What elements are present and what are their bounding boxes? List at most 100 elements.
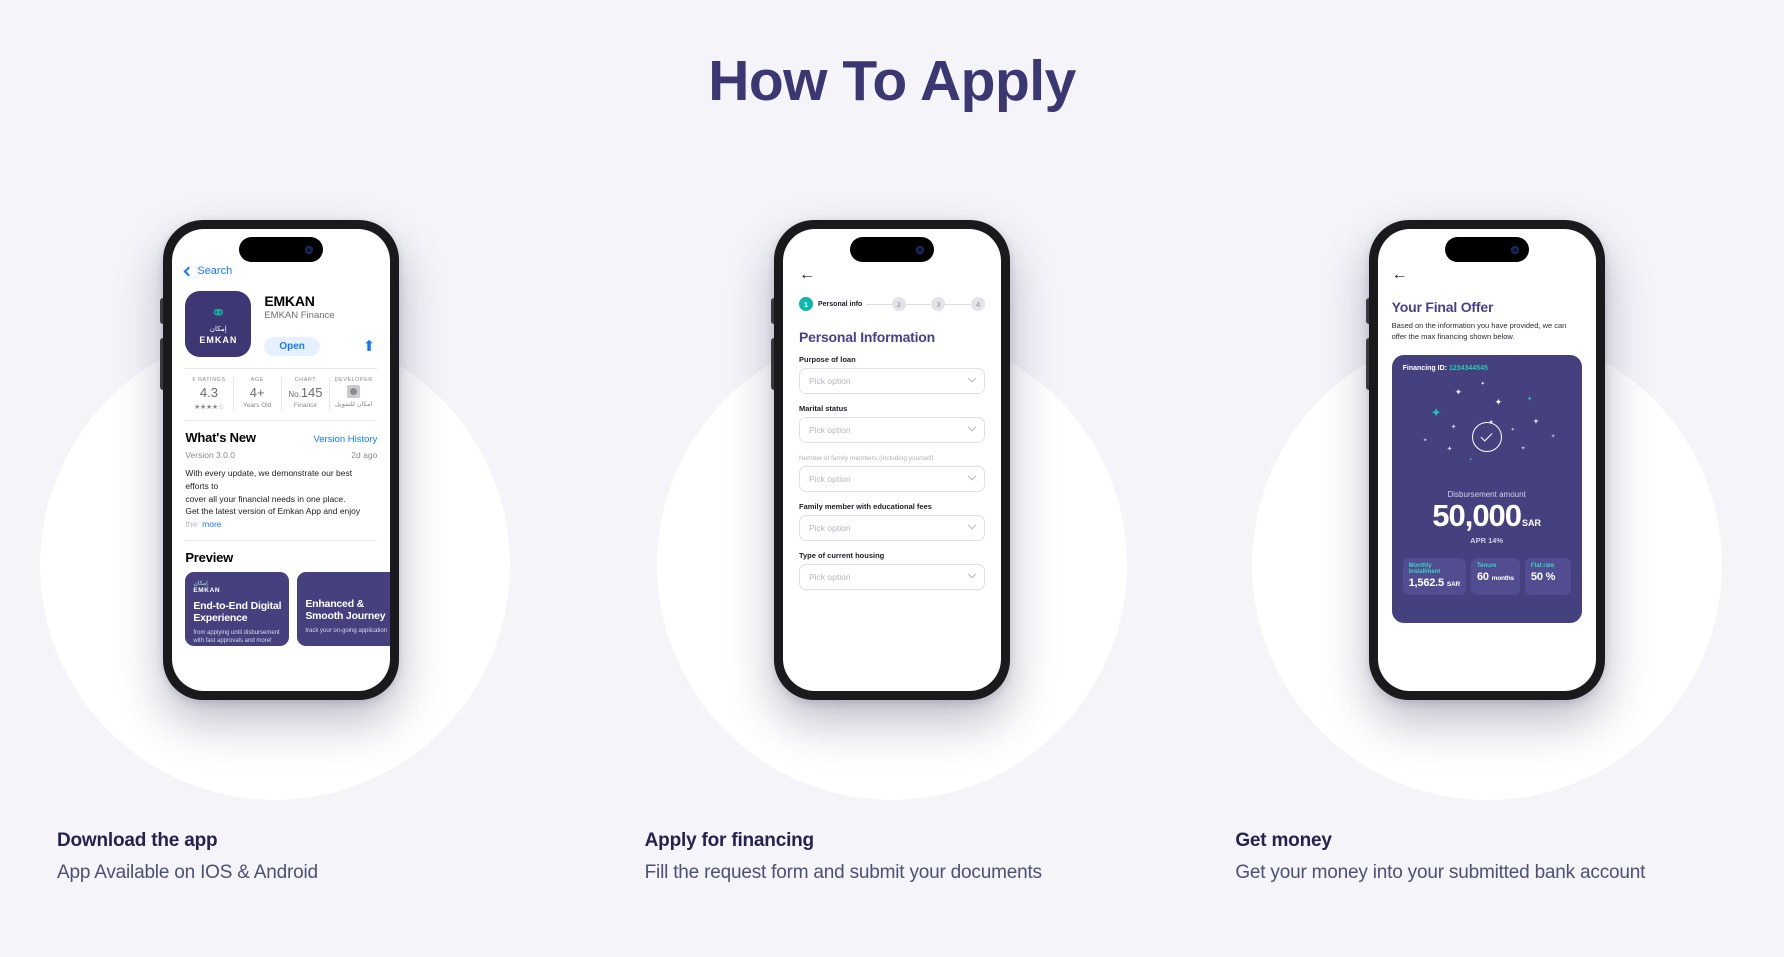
chip-value: 1,562.5 SAR — [1409, 577, 1460, 589]
step-3[interactable]: 3 — [931, 297, 946, 311]
offer-stats-chips: Monthly installment 1,562.5 SAR Tenure 6… — [1402, 557, 1571, 595]
more-link[interactable]: more — [202, 519, 221, 529]
step-1-label: Personal info — [817, 300, 863, 308]
app-name: EMKAN — [264, 293, 315, 309]
stat-value: 4.3 — [199, 385, 218, 400]
developer-icon — [347, 385, 361, 398]
sparkle-icon: ✦ — [1454, 386, 1463, 397]
step-column-apply: ← 1 Personal info 2 3 4 Personal Informa… — [595, 190, 1190, 800]
whats-new-description: With every update, we demonstrate our be… — [185, 467, 377, 531]
share-icon[interactable]: ⬆ — [363, 339, 376, 354]
preview-title: Preview — [185, 549, 234, 565]
app-icon-arabic: إمكان — [209, 325, 227, 333]
form-title: Personal Information — [798, 329, 936, 345]
preview-logo-en: EMKAN — [193, 586, 221, 594]
stat-label: CHART — [294, 377, 317, 383]
step-1[interactable]: 1 — [798, 297, 813, 311]
chip-monthly-installment: Monthly installment 1,562.5 SAR — [1402, 557, 1466, 595]
chip-label: Monthly installment — [1408, 562, 1441, 575]
step-connector — [905, 303, 932, 305]
apr-value: APR 14% — [1470, 535, 1504, 545]
preview-section: Preview إمكان EMKAN End-to-End Digital Ex… — [185, 539, 391, 646]
field-placeholder: Pick option — [808, 425, 851, 435]
amount-value: 50,000 — [1432, 497, 1522, 533]
chip-number: 50 % — [1530, 570, 1556, 583]
preview-card[interactable]: إمكان EMKAN End-to-End Digital Experience… — [185, 571, 290, 646]
form-stepper: 1 Personal info 2 3 4 — [798, 297, 985, 311]
version-date: 2d ago — [351, 450, 378, 460]
step-column-download: Search ⚭ إمكان EMKAN EMKAN EMKAN Finance — [0, 190, 595, 800]
chip-tenure: Tenure 60 months — [1470, 557, 1520, 595]
preview-card[interactable]: Enhanced & Smooth Journey track your on-… — [297, 571, 391, 646]
chevron-down-icon — [967, 520, 977, 530]
arrow-left-icon[interactable]: ← — [799, 267, 985, 283]
field-placeholder: Pick option — [808, 474, 851, 484]
field-label: Number of family members (including your… — [799, 453, 985, 462]
stat-chart: CHART No.145 Finance — [282, 377, 331, 411]
phone-mockup-appstore: Search ⚭ إمكان EMKAN EMKAN EMKAN Finance — [160, 220, 400, 700]
chart-rank: 145 — [300, 385, 323, 400]
sparkle-icon: ✦ — [1446, 445, 1453, 453]
stat-ratings: 6 RATINGS 4.3 ★★★★☆ — [185, 377, 234, 411]
page-title: How To Apply — [708, 49, 1076, 113]
phone-mockup-form: ← 1 Personal info 2 3 4 Personal Informa… — [770, 220, 1010, 700]
sparkle-icon: ✦ — [1480, 380, 1485, 387]
step-connector — [866, 303, 892, 305]
preview-text: from applying until disbursement with fa… — [193, 629, 280, 644]
desc-line-1: With every update, we demonstrate our be… — [185, 468, 353, 491]
current-housing-select[interactable]: Pick option — [798, 564, 985, 590]
chevron-left-icon — [183, 266, 194, 276]
sparkle-icon: ✦ — [1430, 404, 1442, 420]
desc-line-2: cover all your financial needs in one pl… — [185, 493, 346, 504]
chip-number: 1,562.5 — [1408, 576, 1445, 589]
chip-label: Flat rate — [1530, 562, 1555, 569]
purpose-of-loan-select[interactable]: Pick option — [798, 368, 985, 394]
app-icon-latin: EMKAN — [199, 334, 238, 345]
desc-line-3: Get the latest version of Emkan App and … — [185, 506, 361, 517]
open-button[interactable]: Open — [264, 337, 320, 356]
version-history-link[interactable]: Version History — [313, 434, 377, 445]
financing-id-row: Financing ID: 1234344545 — [1403, 365, 1571, 372]
educational-fees-select[interactable]: Pick option — [798, 515, 985, 541]
sparkle-icon: ✦ — [1468, 456, 1473, 463]
step-2[interactable]: 2 — [891, 297, 906, 311]
preview-logo-ar: إمكان — [193, 580, 208, 587]
field-label: Family member with educational fees — [798, 502, 932, 511]
chevron-down-icon — [967, 422, 977, 432]
family-members-select[interactable]: Pick option — [798, 466, 985, 492]
stat-sub: Years Old — [243, 402, 272, 409]
marital-status-select[interactable]: Pick option — [798, 417, 985, 443]
rating-stars: ★★★★☆ — [194, 404, 224, 411]
version-number: Version 3.0.0 — [185, 450, 235, 460]
field-label-hint: (including yourself) — [879, 455, 934, 462]
stat-label: DEVELOPER — [334, 377, 373, 383]
steps-row: Search ⚭ إمكان EMKAN EMKAN EMKAN Finance — [0, 190, 1784, 800]
field-label: Type of current housing — [798, 551, 885, 560]
app-developer-name: EMKAN Finance — [264, 310, 335, 321]
how-to-apply-section: How To Apply Search ⚭ إمكان EMKAN EMKAN … — [0, 0, 1784, 957]
disbursement-amount: 50,000SAR — [1403, 497, 1571, 533]
field-label-main: Number of family members — [798, 455, 878, 462]
stat-developer: DEVELOPER امكان للتمويل — [330, 377, 377, 411]
back-label: Search — [197, 265, 233, 277]
field-current-housing: Type of current housing Pick option — [798, 551, 985, 590]
offer-card: Financing ID: 1234344545 ✦ ✦ ✦ ✦ ✦ ✦ ✦ ✦ — [1391, 354, 1582, 623]
chip-unit: SAR — [1446, 580, 1460, 588]
app-icon: ⚭ إمكان EMKAN — [185, 291, 252, 357]
sparkle-icon: ✦ — [1532, 416, 1540, 426]
field-label: Marital status — [798, 404, 848, 413]
field-label: Purpose of loan — [798, 355, 856, 364]
step-4[interactable]: 4 — [970, 297, 985, 311]
chip-label: Tenure — [1476, 562, 1497, 569]
caption-title: Apply for financing — [644, 830, 815, 851]
stat-label: 6 RATINGS — [192, 377, 226, 383]
back-to-search-link[interactable]: Search — [183, 265, 377, 277]
phone-notch — [1444, 237, 1529, 262]
offer-description: Based on the information you have provid… — [1391, 321, 1567, 341]
amount-currency: SAR — [1522, 517, 1542, 528]
sparkle-icon: ✦ — [1450, 423, 1457, 431]
phone-mockup-offer: ← Your Final Offer Based on the informat… — [1365, 220, 1605, 700]
arrow-left-icon[interactable]: ← — [1392, 267, 1582, 283]
chevron-down-icon — [967, 569, 977, 579]
stat-value: 4+ — [249, 385, 265, 400]
